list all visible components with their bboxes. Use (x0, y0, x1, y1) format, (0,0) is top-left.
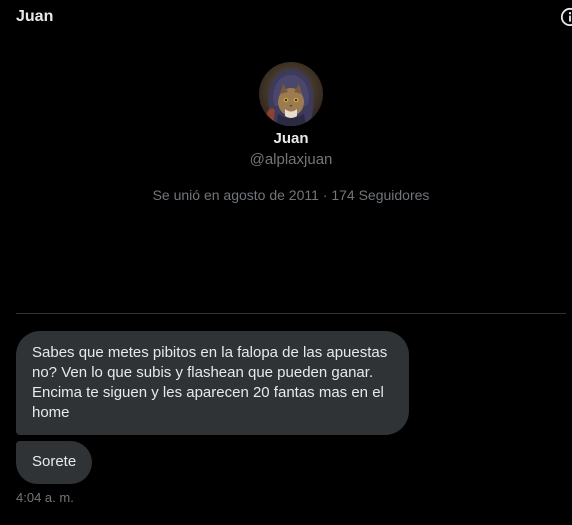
profile-summary[interactable]: Juan @alplaxjuan Se unió en agosto de 20… (0, 62, 572, 204)
profile-handle[interactable]: @alplaxjuan (0, 150, 572, 170)
conversation-title: Juan (16, 8, 54, 25)
message-timestamp: 4:04 a. m. (16, 490, 74, 505)
message-bubble[interactable]: Sorete (16, 441, 93, 484)
message-bubble[interactable]: Sabes que metes pibitos en la falopa de … (16, 331, 409, 435)
profile-join-followers: Se unió en agosto de 2011 · 174 Seguidor… (152, 187, 430, 203)
divider (16, 313, 566, 314)
avatar[interactable] (259, 62, 323, 126)
profile-name[interactable]: Juan (0, 129, 572, 149)
conversation-info-button[interactable] (560, 7, 572, 27)
info-circle-icon (560, 7, 572, 27)
cat-avatar-icon (259, 62, 323, 126)
